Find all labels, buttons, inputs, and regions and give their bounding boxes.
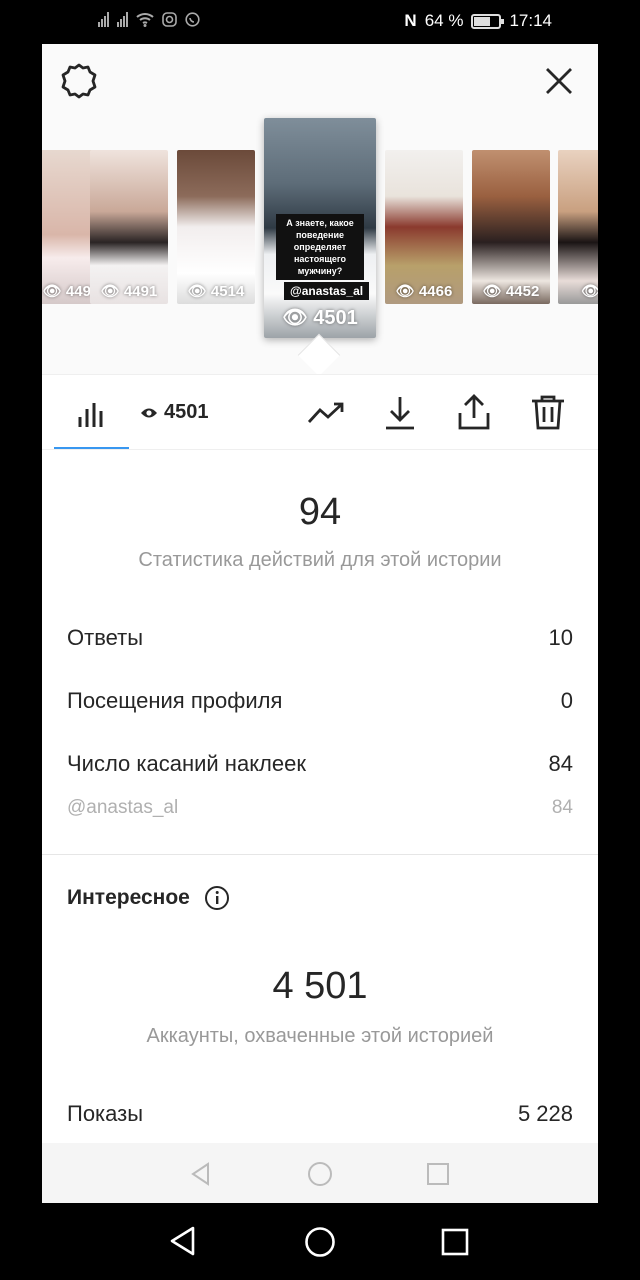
close-icon[interactable] (542, 64, 576, 98)
story-thumbnail[interactable]: 👁 4514 (177, 150, 255, 304)
share-icon[interactable] (454, 393, 494, 433)
stat-label: Показы (67, 1101, 144, 1126)
stat-row-sticker-taps: Число касаний наклеек 84 (67, 751, 573, 777)
phone-screen: N 64 % 17:14 👁 4497 👁 4491 👁 4514 А знае… (42, 0, 598, 1280)
stat-row-mention-sticker: @anastas_al 84 (67, 797, 573, 819)
trash-icon[interactable] (528, 393, 568, 433)
thumbnail-views: 👁 4514 (187, 283, 245, 300)
home-icon[interactable] (304, 1226, 336, 1258)
actions-caption: Статистика действий для этой истории (138, 549, 502, 571)
status-bar: N 64 % 17:14 (42, 0, 598, 44)
stat-label: Ответы (67, 625, 144, 650)
stat-value: 5 228 (517, 1101, 573, 1126)
story-thumbnails: 👁 4497 👁 4491 👁 4514 А знаете, какое пов… (42, 118, 598, 348)
whatsapp-icon (185, 12, 200, 27)
wifi-icon (136, 13, 154, 27)
section-title-text: Интересное (67, 886, 190, 909)
thumbnail-views: 👁 4501 (282, 307, 358, 329)
eye-icon (141, 408, 157, 417)
signal-icon (98, 12, 109, 27)
reach-caption: Аккаунты, охваченные этой историей (146, 1025, 494, 1047)
instagram-icon (162, 12, 177, 27)
nfc-icon: N (404, 11, 417, 30)
actions-total: 94 (298, 491, 342, 533)
trending-icon[interactable] (306, 393, 346, 433)
story-mention-sticker: @anastas_al (284, 282, 370, 300)
divider (42, 854, 598, 855)
thumbnail-views: 👁 4491 (100, 283, 158, 300)
back-icon[interactable] (168, 1225, 198, 1257)
home-circle-icon[interactable] (307, 1161, 333, 1187)
stat-row-replies: Ответы 10 (67, 625, 573, 651)
stat-row-profile-visits: Посещения профиля 0 (67, 688, 573, 714)
thumbnail-views: 👁 4466 (395, 283, 453, 300)
battery-icon (471, 13, 505, 29)
clock: 17:14 (509, 11, 552, 30)
status-left (98, 12, 200, 27)
reach-total: 4 501 (272, 965, 368, 1007)
download-icon[interactable] (380, 393, 420, 433)
recents-icon[interactable] (441, 1228, 469, 1256)
status-right: N 64 % 17:14 (404, 11, 552, 31)
active-tab-indicator (54, 447, 129, 449)
story-thumbnail[interactable]: 👁 4452 (472, 150, 550, 304)
battery-percent: 64 % (424, 11, 464, 30)
story-thumbnail[interactable]: 👁 4491 (90, 150, 168, 304)
signal-icon-2 (117, 12, 128, 27)
stat-label: Посещения профиля (67, 688, 283, 713)
story-thumbnail[interactable]: 👁 4466 (385, 150, 463, 304)
story-thumbnail[interactable]: 👁 4 (558, 150, 598, 304)
views-counter[interactable]: 4501 (140, 401, 209, 424)
stat-row-impressions: Показы 5 228 (67, 1101, 573, 1127)
thumbnail-views: 👁 4452 (482, 283, 540, 300)
thumbnail-views: 👁 4 (581, 283, 598, 300)
discovery-section-title: Интересное (67, 885, 230, 911)
story-toolbar: 4501 (42, 374, 598, 450)
story-question-text: А знаете, какое поведение определяет нас… (276, 214, 364, 280)
back-triangle-icon[interactable] (188, 1161, 214, 1187)
stat-value: 10 (548, 625, 573, 650)
stat-value: 84 (551, 797, 573, 818)
story-insights: 94 Статистика действий для этой истории … (42, 451, 598, 1143)
stat-value: 84 (548, 751, 573, 776)
info-icon[interactable] (204, 885, 230, 911)
recents-square-icon[interactable] (425, 1161, 451, 1187)
system-navigation-bar (0, 1203, 640, 1280)
story-header: 👁 4497 👁 4491 👁 4514 А знаете, какое пов… (42, 44, 598, 377)
views-count-text: 4501 (164, 401, 209, 423)
stat-label: @anastas_al (67, 797, 179, 818)
stat-value: 0 (560, 688, 573, 713)
settings-gear-icon[interactable] (60, 62, 98, 100)
bar-chart-icon[interactable] (72, 393, 112, 433)
story-thumbnail-selected[interactable]: А знаете, какое поведение определяет нас… (264, 118, 376, 338)
app-navigation-bar (42, 1143, 598, 1203)
stat-label: Число касаний наклеек (67, 751, 306, 776)
